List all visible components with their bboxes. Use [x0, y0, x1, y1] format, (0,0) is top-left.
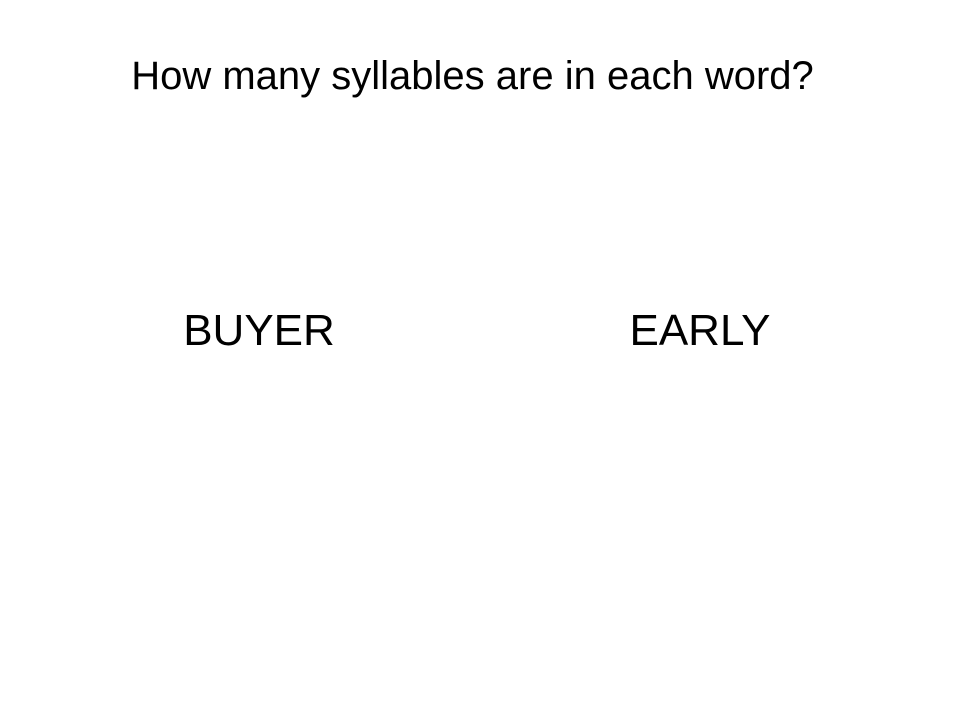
slide: How many syllables are in each word? BUY… [0, 0, 960, 720]
word-early: EARLY [629, 306, 771, 355]
slide-title: How many syllables are in each word? [131, 54, 814, 98]
word-buyer: BUYER [183, 306, 335, 355]
